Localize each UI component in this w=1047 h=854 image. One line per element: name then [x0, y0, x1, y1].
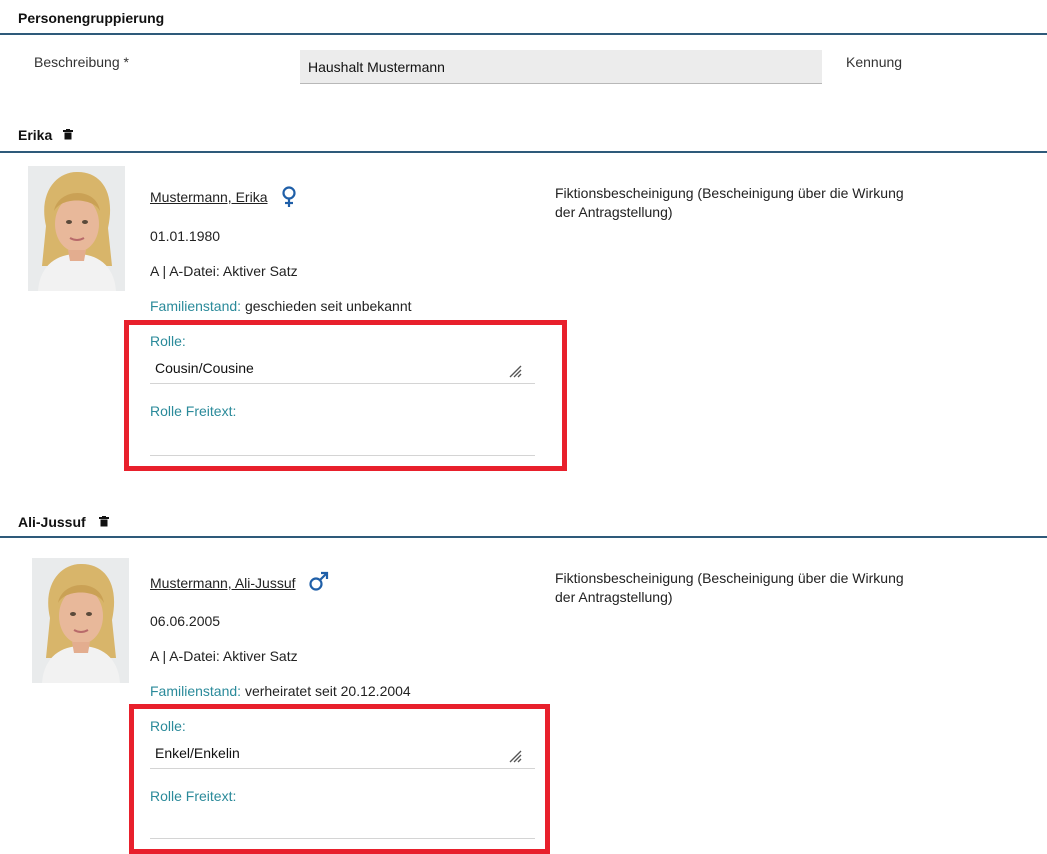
person-divider — [0, 151, 1047, 153]
familienstand-value: geschieden seit unbekannt — [244, 298, 412, 314]
beschreibung-label: Beschreibung * — [34, 54, 129, 70]
person-header-ali-jussuf: Ali-Jussuf — [18, 514, 109, 530]
familienstand-label: Familienstand: — [150, 298, 242, 314]
section-title-personengruppierung: Personengruppierung — [18, 10, 165, 26]
birth-date: 01.01.1980 — [150, 228, 221, 244]
highlight-box — [124, 320, 567, 471]
section-divider — [0, 33, 1047, 35]
person-header-label: Ali-Jussuf — [18, 514, 86, 530]
person-name-link[interactable]: Mustermann, Erika — [150, 189, 267, 205]
person-photo — [32, 558, 129, 683]
rolle-select-value[interactable]: Enkel/Enkelin — [155, 745, 240, 761]
rolle-field-underline — [150, 768, 535, 769]
person-name-row: Mustermann, Ali-Jussuf — [150, 570, 330, 597]
person-photo — [28, 166, 125, 291]
person-divider — [0, 536, 1047, 538]
delete-icon[interactable] — [63, 127, 74, 140]
resize-handle-icon[interactable] — [508, 749, 522, 768]
person-header-label: Erika — [18, 127, 53, 143]
rolle-select-value[interactable]: Cousin/Cousine — [155, 360, 254, 376]
record-status: A | A-Datei: Aktiver Satz — [150, 263, 298, 279]
male-icon — [308, 570, 330, 597]
rolle-label: Rolle: — [150, 333, 186, 349]
rolle-freitext-input[interactable] — [150, 838, 535, 839]
beschreibung-input[interactable] — [300, 50, 822, 84]
rolle-freitext-label: Rolle Freitext: — [150, 788, 237, 804]
rolle-field-underline — [150, 383, 535, 384]
document-type: Fiktionsbescheinigung (Bescheinigung übe… — [555, 570, 904, 605]
record-status: A | A-Datei: Aktiver Satz — [150, 648, 298, 664]
rolle-freitext-label: Rolle Freitext: — [150, 403, 237, 419]
familienstand-label: Familienstand: — [150, 683, 242, 699]
rolle-label: Rolle: — [150, 718, 186, 734]
familienstand: Familienstand: verheiratet seit 20.12.20… — [150, 683, 411, 699]
person-name-row: Mustermann, Erika — [150, 186, 298, 213]
female-icon — [280, 186, 298, 213]
person-name-link[interactable]: Mustermann, Ali-Jussuf — [150, 575, 296, 591]
kennung-label: Kennung — [846, 54, 903, 70]
rolle-freitext-input[interactable] — [150, 455, 535, 456]
birth-date: 06.06.2005 — [150, 613, 221, 629]
resize-handle-icon[interactable] — [508, 364, 522, 383]
person-header-erika: Erika — [18, 127, 74, 143]
familienstand: Familienstand: geschieden seit unbekannt — [150, 298, 412, 314]
document-type: Fiktionsbescheinigung (Bescheinigung übe… — [555, 185, 904, 220]
highlight-box — [129, 704, 550, 854]
delete-icon[interactable] — [98, 514, 109, 527]
familienstand-value: verheiratet seit 20.12.2004 — [244, 683, 411, 699]
